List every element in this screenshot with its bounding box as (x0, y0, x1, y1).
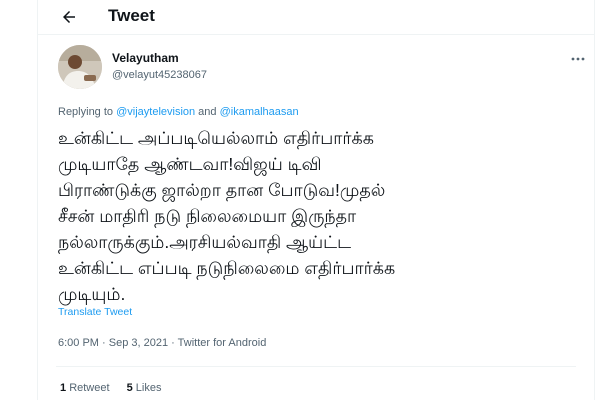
replying-prefix: Replying to (58, 106, 117, 118)
top-bar: Tweet (38, 0, 594, 35)
replying-to: Replying to @vijaytelevision and @ikamal… (58, 106, 299, 118)
likes-label: Likes (135, 382, 162, 394)
tweet-text: உன்கிட்ட அப்படியெல்லாம் எதிர்பார்க்க முட… (58, 128, 396, 304)
tweet-source[interactable]: Twitter for Android (178, 337, 267, 349)
author-name[interactable]: Velayutham (112, 51, 179, 65)
meta-separator: · (168, 337, 178, 349)
meta-separator: · (98, 337, 109, 349)
arrow-left-icon (63, 11, 75, 23)
retweets-label: Retweet (69, 382, 110, 394)
replying-joiner: and (195, 106, 220, 118)
tweet-stats: 1 Retweet 5 Likes (60, 382, 175, 394)
likes-stat[interactable]: 5 Likes (127, 382, 162, 394)
back-button[interactable] (56, 4, 82, 30)
page-title: Tweet (108, 6, 155, 25)
translate-tweet-link[interactable]: Translate Tweet (58, 306, 132, 318)
retweets-stat[interactable]: 1 Retweet (60, 382, 110, 394)
tweet-date[interactable]: Sep 3, 2021 (109, 337, 168, 349)
divider (56, 366, 576, 367)
more-horizontal-icon (571, 57, 585, 61)
tweet-page: Tweet Velayutham @velayut45238067 Replyi… (37, 0, 595, 400)
avatar[interactable] (58, 45, 102, 89)
tweet-metadata: 6:00 PM · Sep 3, 2021 · Twitter for Andr… (58, 337, 266, 349)
mention-ikamalhaasan[interactable]: @ikamalhaasan (220, 106, 299, 118)
more-options-button[interactable] (570, 52, 586, 66)
tweet-time[interactable]: 6:00 PM (58, 337, 99, 349)
mention-vijaytelevision[interactable]: @vijaytelevision (116, 106, 195, 118)
retweets-count: 1 (60, 382, 67, 394)
profile-photo-icon (58, 45, 102, 89)
author-handle[interactable]: @velayut45238067 (112, 69, 207, 81)
likes-count: 5 (126, 382, 133, 394)
